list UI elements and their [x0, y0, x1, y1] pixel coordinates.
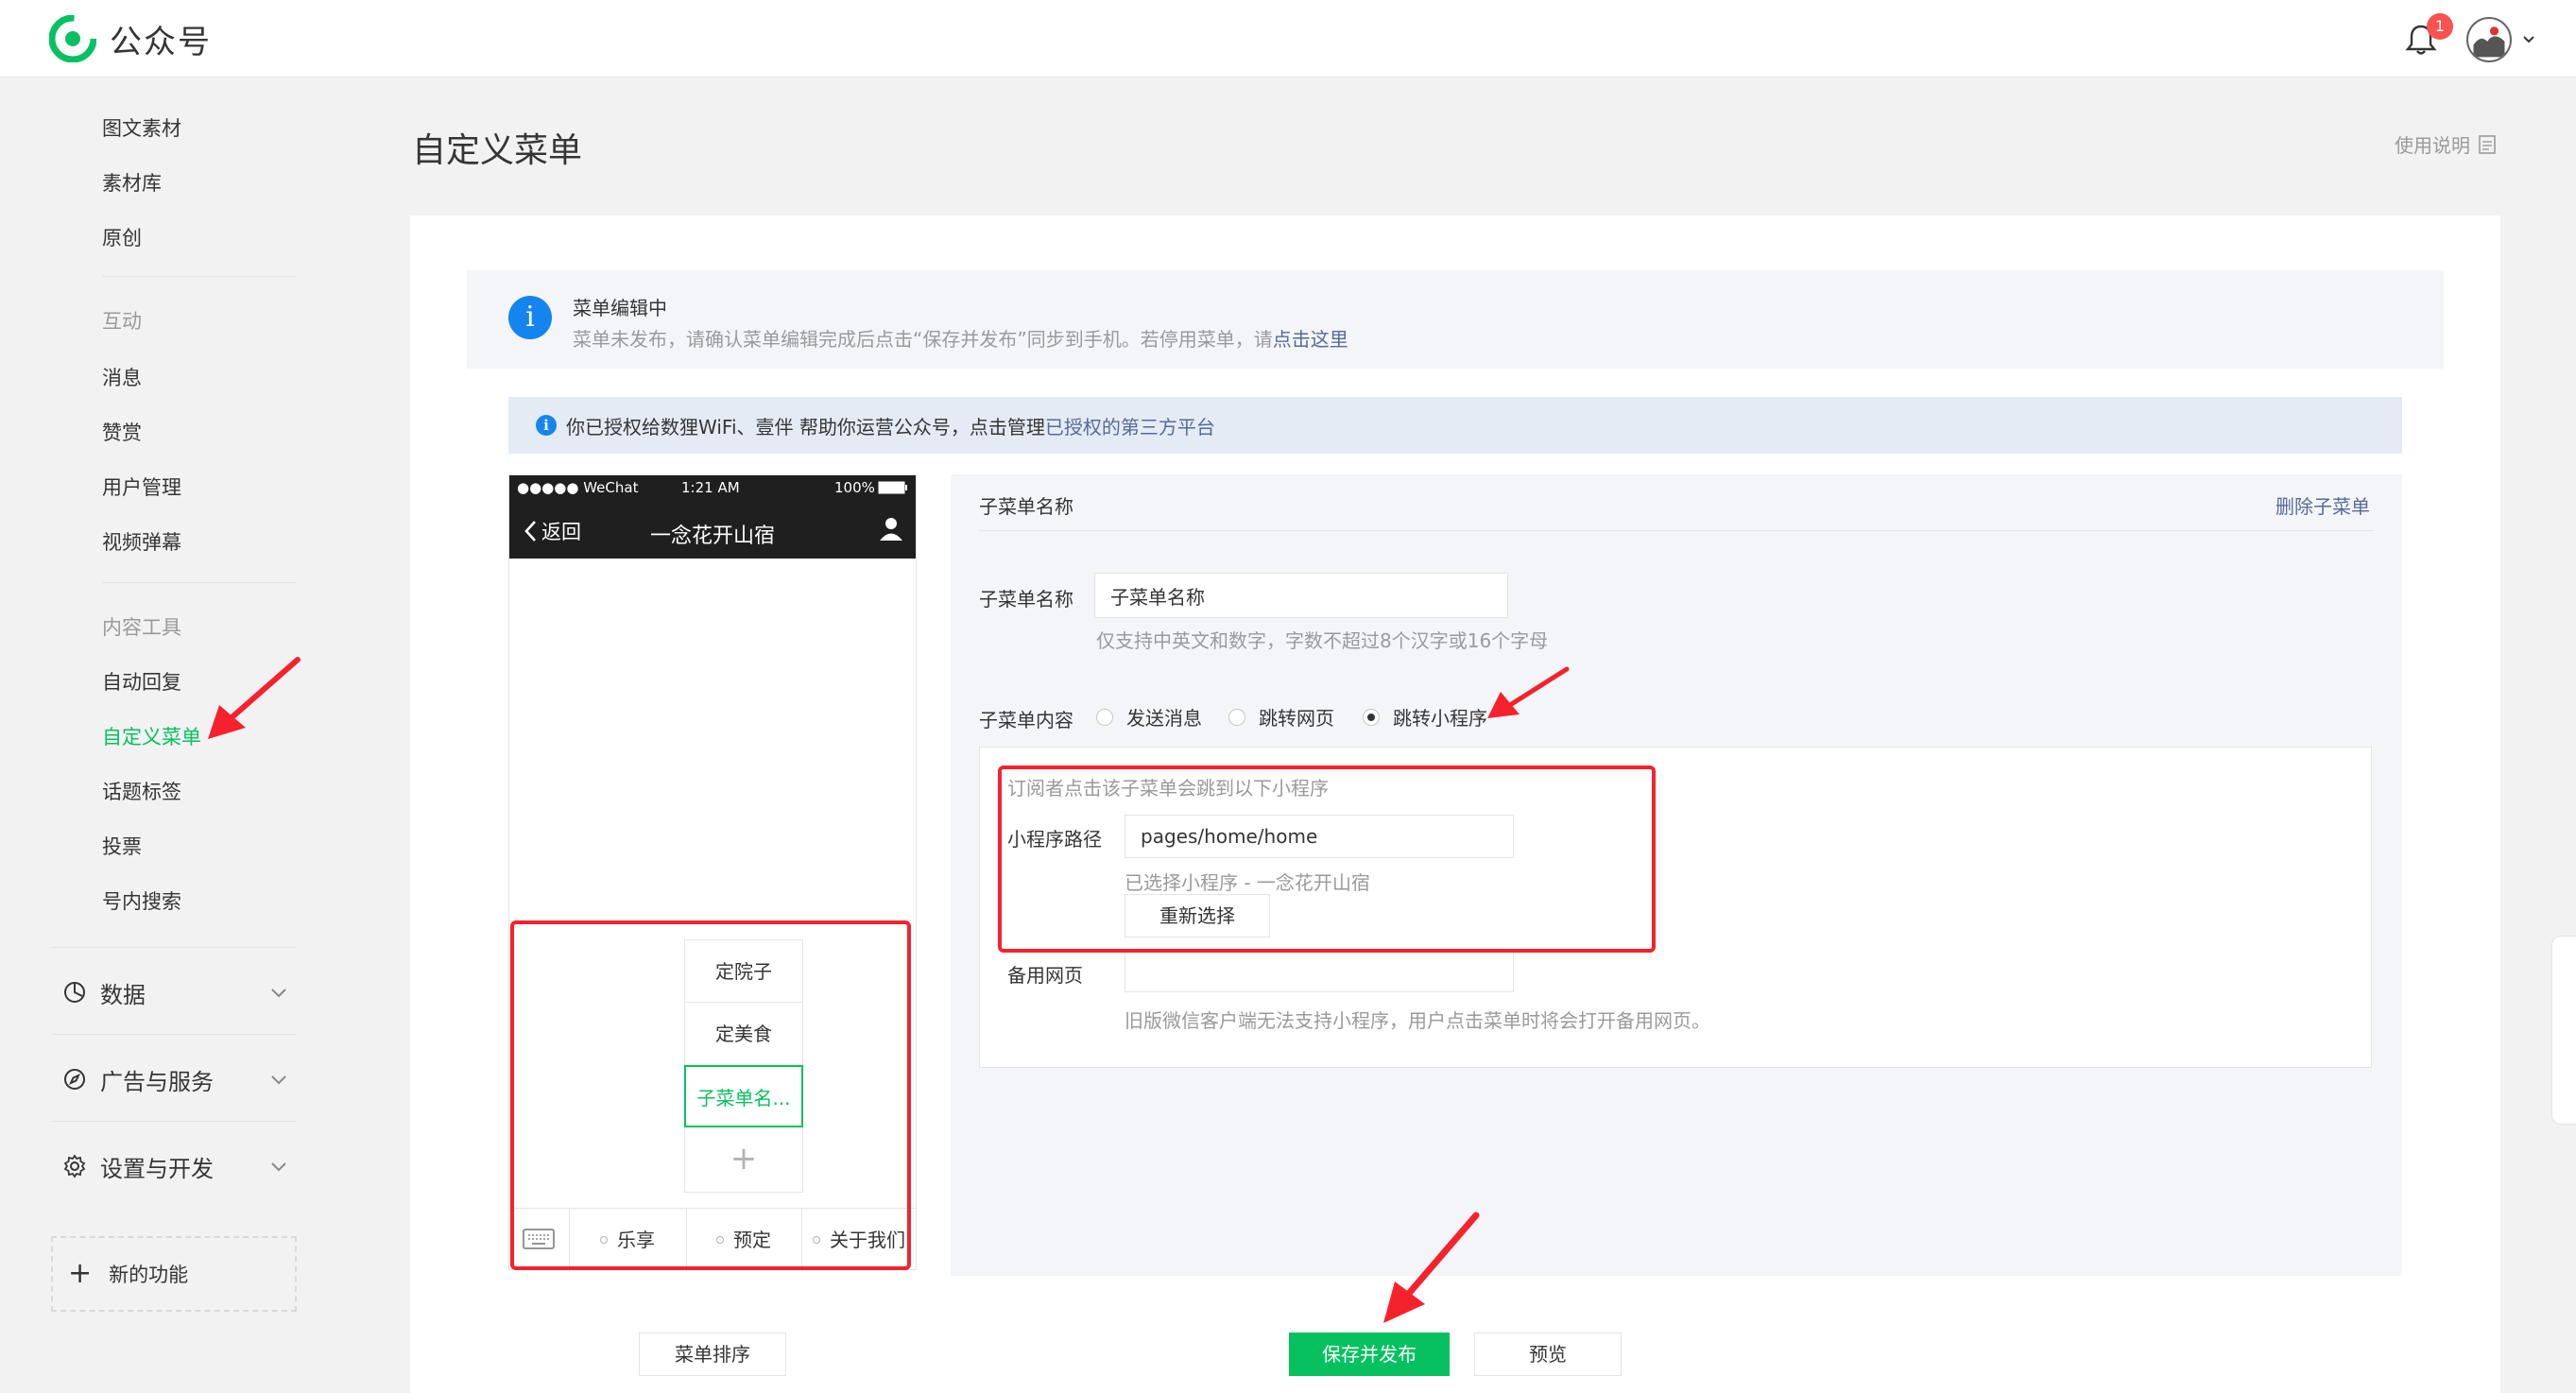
- red-highlight-box: [510, 920, 911, 1270]
- editing-notice-text: 菜单未发布，请确认菜单编辑完成后点击“保存并发布”同步到手机。若停用菜单，请点击…: [573, 324, 1348, 352]
- sidebar-item-custom-menu[interactable]: 自定义菜单: [102, 722, 201, 750]
- preview-button[interactable]: 预览: [1474, 1333, 1622, 1376]
- avatar[interactable]: [2466, 17, 2512, 62]
- editing-notice-title: 菜单编辑中: [573, 297, 667, 319]
- user-icon: [880, 518, 902, 541]
- radio-circle: [1228, 708, 1245, 726]
- help-link-label: 使用说明: [2395, 134, 2470, 157]
- info-icon: i: [508, 296, 552, 339]
- wechat-official-logo-icon: [49, 15, 96, 62]
- submenu-name-input[interactable]: 子菜单名称: [1094, 573, 1508, 618]
- menu-sort-button[interactable]: 菜单排序: [639, 1333, 786, 1376]
- sidebar-section-label: 设置与开发: [100, 1155, 214, 1182]
- sidebar-divider: [51, 947, 297, 948]
- sidebar-section-data[interactable]: 数据: [62, 973, 289, 1011]
- disable-menu-link[interactable]: 点击这里: [1273, 328, 1348, 351]
- radio-label: 跳转网页: [1259, 707, 1334, 730]
- authorized-platforms-link[interactable]: 已授权的第三方平台: [1045, 416, 1215, 439]
- new-features-label: 新的功能: [109, 1264, 189, 1286]
- sidebar-group-interaction: 互动: [102, 310, 142, 333]
- sidebar-item-original[interactable]: 原创: [102, 223, 142, 251]
- radio-circle-checked: [1363, 708, 1380, 726]
- backup-url-input[interactable]: [1125, 949, 1514, 992]
- gear-icon: [63, 1154, 86, 1178]
- radio-circle: [1096, 708, 1113, 726]
- radio-jump-miniprogram[interactable]: 跳转小程序: [1363, 703, 1487, 731]
- sidebar-section-settings[interactable]: 设置与开发: [62, 1147, 289, 1185]
- red-highlight-box: [998, 765, 1656, 953]
- radio-label: 发送消息: [1126, 707, 1202, 730]
- auth-notice-body: 你已授权给数狸WiFi、壹伴 帮助你运营公众号，点击管理: [566, 416, 1045, 439]
- sidebar-item-vote[interactable]: 投票: [102, 832, 142, 860]
- brand-name: 公众号: [110, 23, 212, 61]
- info-icon: i: [536, 415, 557, 436]
- compass-icon: [64, 1069, 85, 1090]
- chevron-down-icon: [271, 1162, 286, 1172]
- sidebar-section-label: 数据: [100, 981, 146, 1008]
- chevron-down-icon[interactable]: [2521, 32, 2536, 47]
- sidebar-divider: [102, 276, 297, 277]
- content-label: 子菜单内容: [979, 709, 1073, 731]
- save-publish-button[interactable]: 保存并发布: [1289, 1333, 1450, 1376]
- battery-icon: [878, 481, 907, 494]
- avatar-image-icon: [2473, 26, 2505, 58]
- help-link[interactable]: 使用说明: [2395, 130, 2497, 158]
- floating-side-widget[interactable]: [2551, 936, 2576, 1125]
- red-arrow-annotation-icon: [208, 657, 301, 739]
- radio-jump-webpage[interactable]: 跳转网页: [1228, 703, 1334, 731]
- editing-notice-body: 菜单未发布，请确认菜单编辑完成后点击“保存并发布”同步到手机。若停用菜单，请: [573, 328, 1273, 351]
- logo[interactable]: 公众号: [49, 15, 212, 62]
- red-arrow-annotation-icon: [1487, 666, 1570, 718]
- sidebar-divider: [51, 1034, 297, 1035]
- plus-icon: +: [68, 1257, 93, 1290]
- red-arrow-annotation-icon: [1383, 1212, 1480, 1323]
- sidebar-item-search[interactable]: 号内搜索: [102, 886, 181, 915]
- sidebar-item-library[interactable]: 素材库: [102, 168, 162, 197]
- backup-url-label: 备用网页: [1007, 964, 1083, 987]
- sidebar-item-messages[interactable]: 消息: [102, 363, 142, 391]
- delete-submenu-link[interactable]: 删除子菜单: [2275, 491, 2370, 519]
- sidebar-item-auto-reply[interactable]: 自动回复: [102, 667, 181, 696]
- sidebar-item-rewards[interactable]: 赞赏: [102, 418, 142, 446]
- phone-account-name: 一念花开山宿: [649, 525, 775, 548]
- editing-notice: [467, 270, 2444, 369]
- name-hint: 仅支持中英文和数字，字数不超过8个汉字或16个字母: [1096, 629, 1549, 652]
- notification-badge: 1: [2427, 13, 2453, 40]
- page-title: 自定义菜单: [412, 131, 583, 170]
- chevron-down-icon: [271, 1075, 286, 1085]
- phone-nav-bar: 返回 一念花开山宿: [509, 500, 916, 559]
- phone-battery: 100%: [834, 479, 875, 496]
- sidebar-item-topic-tags[interactable]: 话题标签: [102, 777, 181, 805]
- backup-url-hint: 旧版微信客户端无法支持小程序，用户点击菜单时将会打开备用网页。: [1125, 1009, 1710, 1032]
- editor-divider: [979, 530, 2374, 531]
- sidebar-section-label: 广告与服务: [100, 1068, 214, 1095]
- sidebar-divider: [102, 582, 297, 583]
- top-bar: 公众号 1: [0, 0, 2576, 77]
- name-label: 子菜单名称: [979, 588, 1073, 611]
- sidebar-item-users[interactable]: 用户管理: [102, 473, 181, 501]
- radio-label: 跳转小程序: [1393, 707, 1487, 730]
- document-icon: [2479, 134, 2496, 154]
- phone-time: 1:21 AM: [681, 479, 740, 496]
- phone-carrier: ●●●●● WeChat: [517, 479, 639, 496]
- chevron-down-icon: [271, 989, 286, 998]
- radio-send-message[interactable]: 发送消息: [1096, 703, 1202, 731]
- editor-header-title: 子菜单名称: [979, 495, 1073, 518]
- auth-notice-text: 你已授权给数狸WiFi、壹伴 帮助你运营公众号，点击管理已授权的第三方平台: [566, 412, 1215, 439]
- new-features-button[interactable]: + 新的功能: [51, 1236, 297, 1312]
- phone-status-bar: ●●●●● WeChat 1:21 AM 100%: [509, 475, 916, 500]
- sidebar-divider: [51, 1121, 297, 1122]
- pie-chart-icon: [64, 982, 85, 1003]
- sidebar-item-danmaku[interactable]: 视频弹幕: [102, 527, 181, 556]
- sidebar-group-content: 内容工具: [102, 616, 181, 639]
- sidebar-item-articles[interactable]: 图文素材: [102, 113, 181, 142]
- sidebar-section-ads[interactable]: 广告与服务: [62, 1060, 289, 1098]
